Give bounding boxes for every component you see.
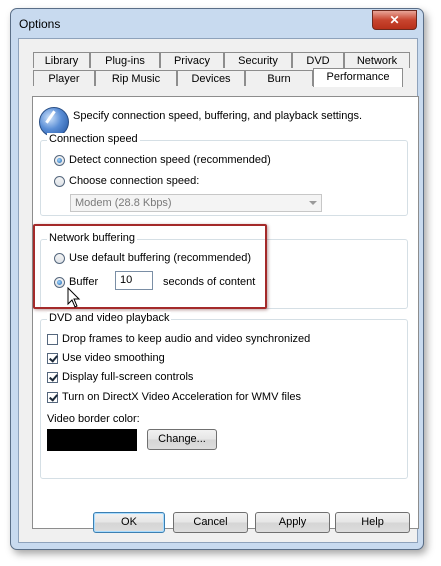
connection-speed-legend: Connection speed (47, 133, 140, 145)
drop-frames-label: Drop frames to keep audio and video sync… (62, 333, 311, 345)
choose-speed-label: Choose connection speed: (69, 175, 200, 187)
directx-acceleration-checkbox[interactable] (47, 391, 58, 403)
choose-speed-option[interactable]: Choose connection speed: (54, 175, 199, 187)
change-color-button[interactable]: Change... (147, 429, 217, 450)
drop-frames-option[interactable]: Drop frames to keep audio and video sync… (47, 333, 310, 345)
fullscreen-controls-label: Display full-screen controls (62, 371, 194, 383)
directx-acceleration-option[interactable]: Turn on DirectX Video Acceleration for W… (47, 391, 301, 403)
tab-security[interactable]: Security (224, 52, 292, 68)
fullscreen-controls-checkbox[interactable] (47, 371, 58, 383)
choose-speed-radio[interactable] (54, 175, 65, 187)
tab-privacy[interactable]: Privacy (160, 52, 224, 68)
border-color-swatch (47, 429, 137, 451)
dvd-video-legend: DVD and video playback (47, 312, 172, 324)
video-smoothing-checkbox[interactable] (47, 352, 58, 364)
apply-button[interactable]: Apply (255, 512, 330, 533)
connection-speed-value: Modem (28.8 Kbps) (75, 197, 172, 209)
fullscreen-controls-option[interactable]: Display full-screen controls (47, 371, 193, 383)
close-button[interactable]: ✕ (372, 10, 417, 30)
tab-plug-ins[interactable]: Plug-ins (90, 52, 160, 68)
cancel-button[interactable]: Cancel (173, 512, 248, 533)
video-smoothing-label: Use video smoothing (62, 352, 165, 364)
tab-library[interactable]: Library (33, 52, 90, 68)
tab-performance[interactable]: Performance (313, 68, 403, 87)
video-smoothing-option[interactable]: Use video smoothing (47, 352, 165, 364)
ok-button[interactable]: OK (93, 512, 165, 533)
tab-network[interactable]: Network (344, 52, 410, 68)
drop-frames-checkbox[interactable] (47, 333, 58, 345)
help-button[interactable]: Help (335, 512, 410, 533)
detect-speed-radio[interactable] (54, 154, 65, 166)
directx-acceleration-label: Turn on DirectX Video Acceleration for W… (62, 391, 302, 403)
mouse-pointer-icon (67, 287, 81, 308)
video-border-color-label: Video border color: (47, 413, 140, 425)
intro-text: Specify connection speed, buffering, and… (73, 110, 363, 122)
tab-burn[interactable]: Burn (245, 70, 313, 86)
title-bar[interactable]: Options ✕ (11, 9, 423, 39)
chevron-down-icon (309, 201, 317, 205)
options-dialog: Options ✕ Library Plug-ins Privacy Secur… (10, 8, 424, 550)
detect-speed-option[interactable]: Detect connection speed (recommended) (54, 154, 271, 166)
tab-dvd[interactable]: DVD (292, 52, 344, 68)
detect-speed-label: Detect connection speed (recommended) (69, 154, 271, 166)
connection-speed-select: Modem (28.8 Kbps) (70, 194, 322, 212)
tab-devices[interactable]: Devices (177, 70, 245, 86)
tab-player[interactable]: Player (33, 70, 95, 86)
window-title: Options (19, 17, 61, 31)
tab-rip-music[interactable]: Rip Music (95, 70, 177, 86)
